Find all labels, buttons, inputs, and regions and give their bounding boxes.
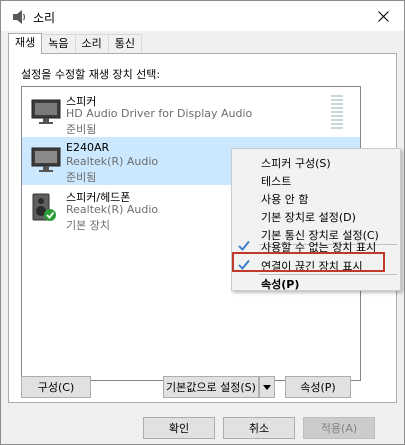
cancel-button[interactable]: 취소	[223, 417, 295, 439]
monitor-icon	[31, 147, 61, 172]
title-bar: 소리	[1, 1, 404, 31]
menu-item-label: 기본 장치로 설정(D)	[261, 211, 356, 224]
monitor-speaker-icon	[31, 99, 61, 124]
close-button[interactable]	[370, 4, 396, 28]
tab-recording[interactable]: 녹음	[41, 34, 76, 53]
menu-item-configure-speakers[interactable]: 스피커 구성(S)	[232, 152, 400, 171]
sound-dialog: 소리 재생 녹음 소리 통신 설정을 수정할 재생 장치 선택: 스피커 HD …	[0, 0, 405, 445]
menu-item-label: 사용 안 함	[261, 193, 309, 206]
tab-playback[interactable]: 재생	[8, 33, 43, 54]
tab-strip: 재생 녹음 소리 통신	[8, 33, 142, 54]
menu-item-label: 스피커 구성(S)	[261, 157, 331, 170]
menu-item-label: 테스트	[261, 175, 292, 188]
set-default-dropdown-button[interactable]	[259, 376, 275, 398]
menu-item-test[interactable]: 테스트	[232, 170, 400, 189]
instruction-label: 설정을 수정할 재생 장치 선택:	[21, 68, 161, 81]
speaker-default-icon	[32, 193, 56, 221]
apply-button: 적용(A)	[303, 417, 375, 439]
ok-button[interactable]: 확인	[143, 417, 215, 439]
menu-item-disable[interactable]: 사용 안 함	[232, 188, 400, 207]
device-driver: HD Audio Driver for Display Audio	[66, 107, 253, 120]
tab-sounds[interactable]: 소리	[74, 34, 109, 53]
device-status: 준비됨	[66, 123, 97, 136]
tab-communications[interactable]: 통신	[107, 34, 142, 53]
annotation-highlight-box	[232, 252, 385, 272]
volume-level-meter	[331, 95, 343, 131]
device-status: 준비됨	[66, 171, 97, 184]
device-driver: Realtek(R) Audio	[66, 155, 159, 168]
device-name: E240AR	[66, 141, 110, 154]
window-title: 소리	[33, 11, 56, 25]
speaker-app-icon	[13, 10, 26, 24]
set-default-button[interactable]: 기본값으로 설정(S)	[163, 376, 259, 398]
device-status: 기본 장치	[66, 219, 110, 232]
device-row-speaker-display[interactable]: 스피커 HD Audio Driver for Display Audio 준비…	[22, 89, 360, 137]
configure-button[interactable]: 구성(C)	[21, 376, 91, 398]
menu-item-properties[interactable]: 속성(P)	[232, 273, 400, 292]
properties-button[interactable]: 속성(P)	[285, 376, 351, 398]
device-driver: Realtek(R) Audio	[66, 203, 159, 216]
close-icon	[377, 10, 389, 22]
chevron-down-icon	[263, 384, 271, 390]
checkmark-icon	[238, 240, 250, 251]
menu-item-set-default[interactable]: 기본 장치로 설정(D)	[232, 206, 400, 225]
menu-item-label: 속성(P)	[261, 278, 300, 291]
